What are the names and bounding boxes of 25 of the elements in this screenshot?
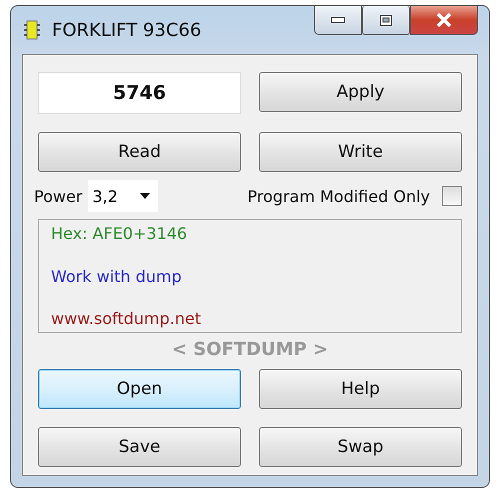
read-button[interactable]: Read <box>38 132 241 172</box>
minimize-button[interactable] <box>314 6 362 35</box>
dropdown-arrow-icon <box>140 193 150 199</box>
program-modified-checkbox[interactable] <box>442 186 462 206</box>
value-field[interactable]: 5746 <box>38 72 241 114</box>
write-button[interactable]: Write <box>259 132 462 172</box>
close-button[interactable] <box>410 6 478 35</box>
brand-label: < SOFTDUMP > <box>170 339 330 360</box>
power-label: Power <box>34 186 82 206</box>
maximize-icon <box>380 14 392 26</box>
minimize-icon <box>331 17 345 23</box>
power-dropdown[interactable]: 3,2 <box>88 180 158 212</box>
open-button[interactable]: Open <box>38 369 241 409</box>
log-line: Work with dump <box>51 266 183 286</box>
log-line: www.softdump.net <box>51 309 202 328</box>
save-button[interactable]: Save <box>38 427 241 467</box>
apply-button[interactable]: Apply <box>259 72 462 112</box>
close-icon <box>436 13 452 27</box>
window-title: FORKLIFT 93C66 <box>52 20 202 40</box>
chip-icon <box>24 20 40 40</box>
swap-button[interactable]: Swap <box>259 427 462 467</box>
maximize-button[interactable] <box>362 6 410 35</box>
checkbox-label: Program Modified Only <box>247 186 430 206</box>
log-line: Hex: AFE0+3146 <box>51 224 188 243</box>
help-button[interactable]: Help <box>259 369 462 409</box>
